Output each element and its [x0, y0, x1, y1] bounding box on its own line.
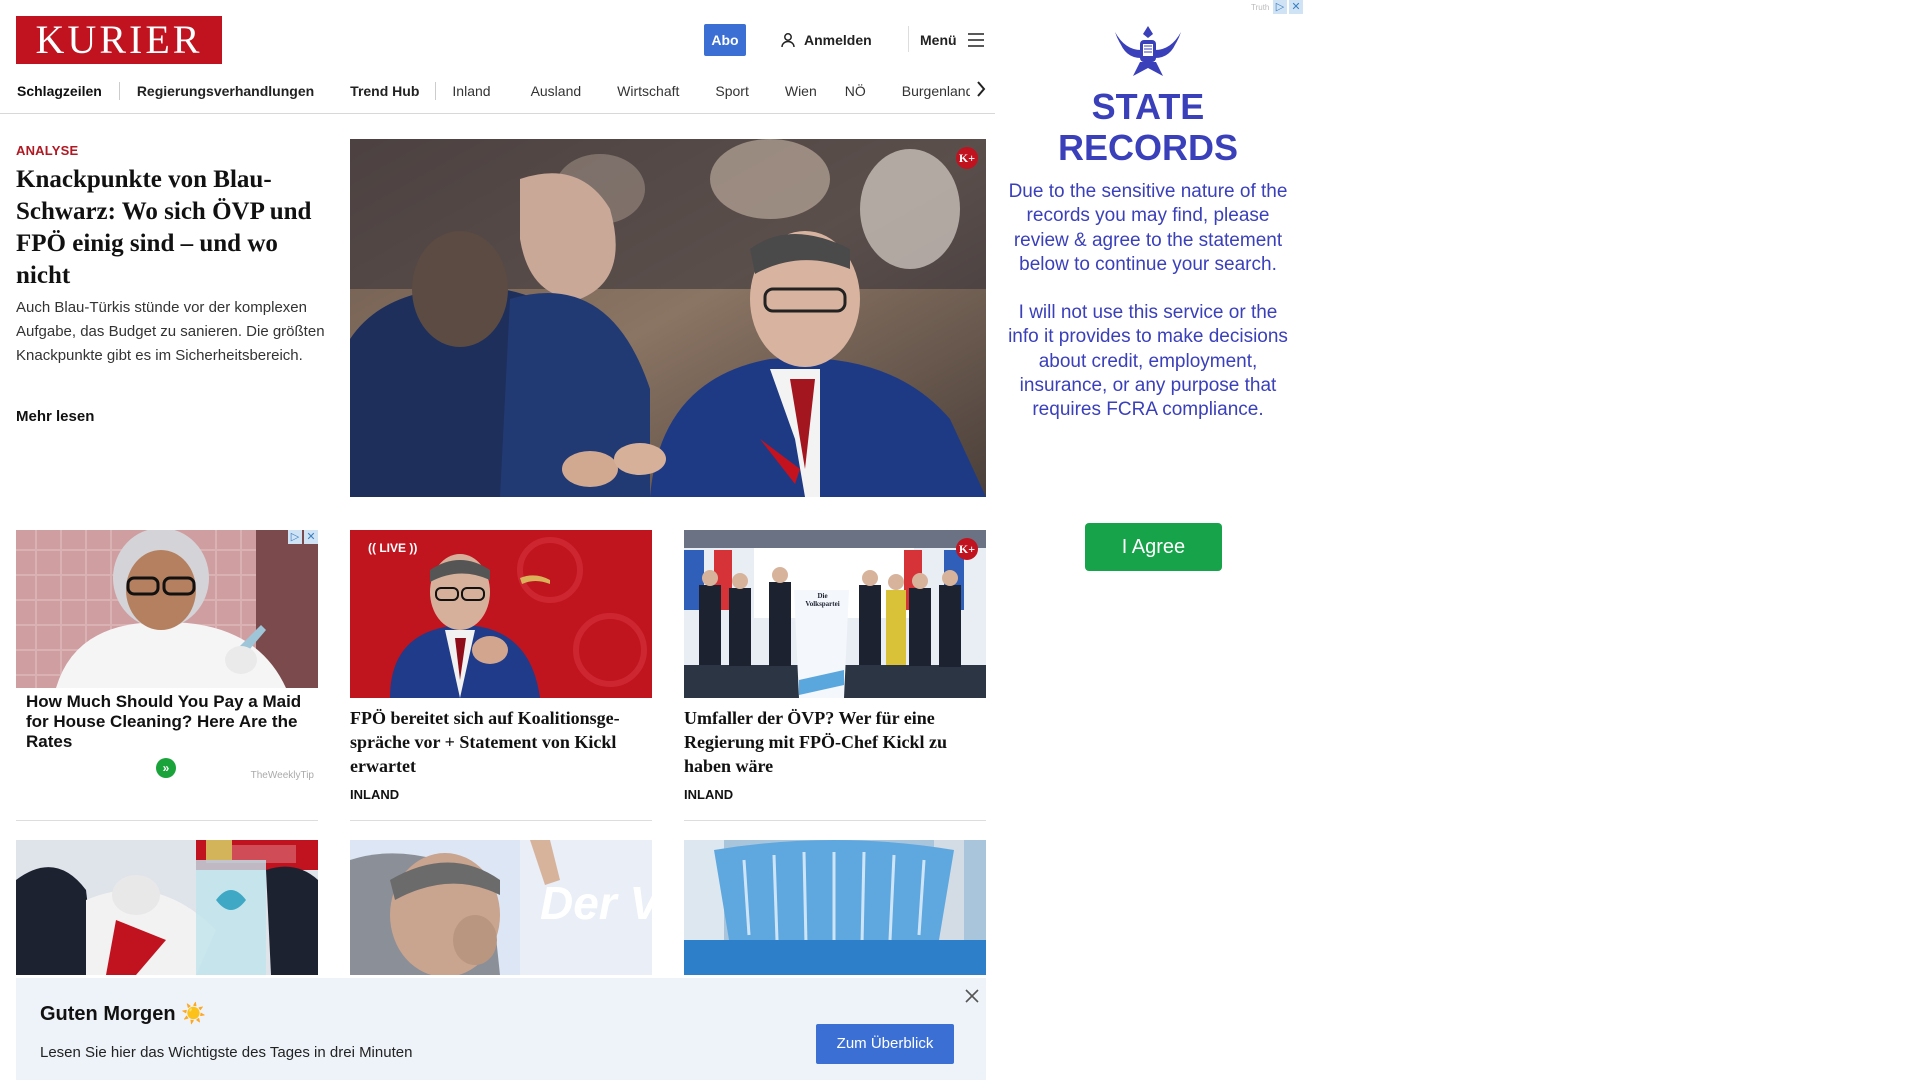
article-category[interactable]: INLAND — [684, 787, 733, 802]
article-photo — [684, 530, 986, 698]
menu-button[interactable]: Menü — [920, 24, 985, 56]
nav-scroll-right-button[interactable] — [970, 76, 992, 102]
user-icon — [781, 33, 795, 48]
nav-item-trend-hub[interactable]: Trend Hub — [350, 83, 419, 99]
row-divider — [16, 820, 318, 821]
nav-item-burgenland[interactable]: Burgenland — [902, 83, 974, 99]
main-nav: Schlagzeilen Regierungsverhandlungen Tre… — [0, 76, 1000, 106]
nav-item-ausland[interactable]: Ausland — [531, 83, 582, 99]
ad-heading-line2: RECORDS — [1057, 127, 1239, 168]
sponsored-image — [16, 530, 318, 688]
side-advertisement[interactable]: Truth ▷ ✕ STATE RECORDS Due to the sensi… — [995, 0, 1303, 600]
overview-button[interactable]: Zum Überblick — [816, 1024, 954, 1064]
sponsored-card[interactable]: ▷ ✕ How Much Should You Pay a Maid for H… — [16, 530, 318, 785]
agree-button[interactable]: I Agree — [1085, 523, 1222, 571]
eagle-seal-icon — [1115, 26, 1181, 76]
article-image[interactable]: Der Verd — [350, 840, 652, 975]
nav-divider — [435, 82, 437, 100]
nav-item-inland[interactable]: Inland — [452, 83, 490, 99]
row-divider — [350, 820, 652, 821]
nav-item-wien[interactable]: Wien — [785, 83, 817, 99]
ad-heading: STATE RECORDS — [995, 86, 1301, 168]
sponsored-title[interactable]: How Much Should You Pay a Maid for House… — [26, 692, 311, 752]
morning-briefing-banner: Guten Morgen ☀️ Lesen Sie hier das Wicht… — [16, 978, 986, 1080]
article-image[interactable]: (( LIVE )) — [350, 530, 652, 698]
kurier-logo[interactable]: KURIER — [16, 16, 222, 64]
live-label: LIVE — [379, 541, 407, 555]
ad-heading-line1: STATE — [1091, 86, 1205, 127]
nav-divider — [118, 82, 120, 100]
poster-text: Der Verd — [540, 880, 652, 926]
article-title[interactable]: Umfaller der ÖVP? Wer für eine Regierung… — [684, 706, 986, 778]
login-button[interactable]: Anmelden — [780, 24, 872, 56]
banner-close-button[interactable] — [960, 984, 984, 1008]
header-divider — [908, 26, 909, 52]
adchoices-icon[interactable]: ▷ — [1273, 0, 1287, 14]
nav-item-regierungsverhandlungen[interactable]: Regierungsverhandlungen — [137, 83, 314, 99]
nav-item-sport[interactable]: Sport — [715, 83, 748, 99]
podium-text: Die Volkspartei — [805, 592, 840, 608]
kplus-badge: K+ — [956, 147, 978, 169]
banner-subtitle: Lesen Sie hier das Wichtigste des Tages … — [40, 1044, 413, 1061]
row-divider — [684, 820, 986, 821]
article-photo — [16, 840, 318, 975]
nav-item-wirtschaft[interactable]: Wirtschaft — [617, 83, 679, 99]
close-icon[interactable]: ✕ — [1289, 0, 1303, 14]
menu-label: Menü — [920, 32, 957, 48]
ad-brand: Truth — [1251, 3, 1270, 12]
hero-title[interactable]: Knackpunkte von Blau-Schwarz: Wo sich ÖV… — [16, 164, 316, 292]
ad-text-1: Due to the sensitive nature of the recor… — [1008, 181, 1288, 275]
hero-teaser: Auch Blau-Türkis stünde vor der komplexe… — [16, 299, 325, 364]
close-icon — [965, 989, 979, 1003]
ad-choices[interactable]: ▷ ✕ — [288, 530, 318, 544]
chevron-right-icon — [977, 81, 986, 97]
article-image[interactable] — [16, 840, 318, 975]
login-label: Anmelden — [804, 32, 872, 48]
nav-item-noe[interactable]: NÖ — [845, 83, 866, 99]
article-title[interactable]: FPÖ bereitet sich auf Koalitionsge­spräc… — [350, 706, 652, 778]
hero-photo — [350, 139, 986, 497]
abo-button[interactable]: Abo — [704, 24, 746, 56]
live-icon: )) — [409, 541, 418, 555]
ad-text-2: I will not use this service or the info … — [1008, 302, 1288, 421]
forward-icon[interactable]: » — [156, 758, 176, 778]
sponsored-source: TheWeeklyTip — [250, 770, 314, 781]
article-image[interactable] — [684, 840, 986, 975]
hero-kicker: ANALYSE — [16, 143, 79, 158]
hero-image[interactable]: K+ — [350, 139, 986, 497]
read-more-link[interactable]: Mehr lesen — [16, 408, 94, 425]
ad-body: Due to the sensitive nature of the recor… — [1005, 180, 1291, 423]
hamburger-icon — [967, 33, 984, 47]
page: KURIER Abo Anmelden Menü Schlagzeilen Re… — [0, 0, 1920, 1080]
live-icon: (( — [368, 541, 376, 555]
article-image[interactable]: Die Volkspartei K+ — [684, 530, 986, 698]
site-header: KURIER Abo Anmelden Menü Schlagzeilen Re… — [0, 0, 1000, 114]
banner-title: Guten Morgen ☀️ — [40, 1003, 207, 1025]
close-icon[interactable]: ✕ — [304, 530, 318, 544]
kplus-badge: K+ — [956, 538, 978, 560]
ad-choices[interactable]: ▷ ✕ — [1273, 0, 1303, 14]
live-badge: (( LIVE )) — [360, 538, 426, 558]
article-photo — [684, 840, 986, 975]
adchoices-icon[interactable]: ▷ — [288, 530, 302, 544]
article-category[interactable]: INLAND — [350, 787, 399, 802]
nav-item-schlagzeilen[interactable]: Schlagzeilen — [17, 83, 102, 99]
